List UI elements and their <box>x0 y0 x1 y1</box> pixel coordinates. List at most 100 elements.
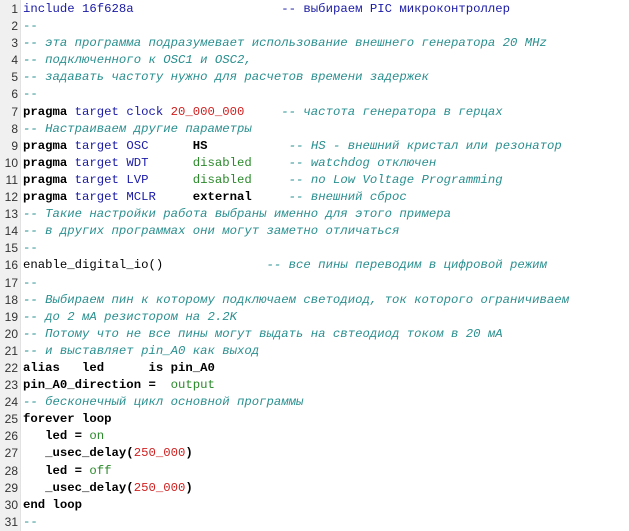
code-token: led = <box>23 429 90 444</box>
code-token: target OSC <box>67 138 149 153</box>
code-line[interactable]: -- и выставляет pin_A0 как выход <box>23 343 629 360</box>
code-line[interactable]: -- <box>23 240 629 257</box>
code-comment: -- <box>23 87 38 102</box>
code-comment: -- <box>23 19 38 34</box>
line-number: 17 <box>4 275 18 290</box>
code-comment: -- внешний сброс <box>251 190 407 205</box>
line-number: 27 <box>4 446 18 461</box>
code-token: pin_A0_direction = <box>23 378 171 393</box>
line-number: 14 <box>4 224 18 239</box>
line-number: 3 <box>11 36 18 51</box>
line-number: 28 <box>4 463 18 478</box>
code-token: ) <box>185 480 193 495</box>
code-line[interactable]: -- <box>23 514 629 531</box>
code-line[interactable]: _usec_delay(250_000) <box>23 480 629 497</box>
code-comment: -- выбираем PIC микроконтроллер <box>133 2 511 16</box>
code-token: 250_000 <box>133 480 186 495</box>
line-number: 31 <box>4 514 18 529</box>
code-line[interactable]: -- Такие настройки работа выбраны именно… <box>23 206 629 223</box>
code-line[interactable]: pragma target LVP disabled -- no Low Vol… <box>23 172 629 189</box>
line-number: 4 <box>11 53 18 68</box>
code-comment: -- подключенного к OSC1 и OSC2, <box>23 53 252 68</box>
code-comment: -- частота генератора в герцах <box>244 104 503 119</box>
code-comment: -- HS - внешний кристал или резонатор <box>207 138 562 153</box>
code-comment: -- watchdog отключен <box>251 155 437 170</box>
code-token: external <box>155 190 252 205</box>
code-line[interactable]: pragma target clock 20_000_000 -- частот… <box>23 104 629 121</box>
line-number: 12 <box>4 190 18 205</box>
code-line[interactable]: led = off <box>23 463 629 480</box>
code-line[interactable]: -- в других программах они могут заметно… <box>23 223 629 240</box>
code-token: pragma <box>23 155 68 170</box>
line-number: 10 <box>4 155 18 170</box>
code-token: output <box>170 378 215 393</box>
line-number: 1 <box>11 2 18 16</box>
code-line[interactable]: alias led is pin_A0 <box>23 360 629 377</box>
code-token: target MCLR <box>67 190 156 205</box>
code-comment: -- и выставляет pin_A0 как выход <box>23 343 260 358</box>
code-token: target LVP <box>67 172 149 187</box>
code-editor[interactable]: 1 2 3 4 5 6 7 8 9 10 11 12 13 14 15 16 17 18 19 20 21 22 23 24 2… <box>0 0 629 531</box>
code-token: pragma <box>23 138 68 153</box>
line-number: 2 <box>11 19 18 34</box>
line-number: 7 <box>11 104 18 119</box>
line-number: 16 <box>4 258 18 273</box>
code-line[interactable]: pin_A0_direction = output <box>23 377 629 394</box>
code-token: _usec_delay( <box>23 480 134 495</box>
code-token: include 16f628a <box>23 2 134 16</box>
code-line[interactable]: -- задавать частоту нужно для расчетов в… <box>23 69 629 86</box>
code-comment: -- Настраиваем другие параметры <box>23 121 252 136</box>
code-line[interactable]: include 16f628a -- выбираем PIC микрокон… <box>23 1 629 18</box>
code-line[interactable]: -- Настраиваем другие параметры <box>23 121 629 138</box>
line-number: 11 <box>5 172 18 187</box>
code-line[interactable]: -- эта программа подразумевает использов… <box>23 35 629 52</box>
line-number: 13 <box>4 207 18 222</box>
code-comment: -- <box>23 241 38 256</box>
code-token: on <box>89 429 105 444</box>
code-line[interactable]: end loop <box>23 497 629 514</box>
code-line[interactable]: -- <box>23 275 629 292</box>
line-number: 6 <box>11 87 18 102</box>
code-line[interactable]: forever loop <box>23 411 629 428</box>
code-token: 20_000_000 <box>170 104 245 119</box>
code-token: led = <box>23 463 90 478</box>
code-line[interactable]: _usec_delay(250_000) <box>23 445 629 462</box>
code-comment: -- все пины переводим в цифровой режим <box>163 258 547 273</box>
code-line[interactable]: -- Потому что не все пины могут выдать н… <box>23 326 629 343</box>
code-token: pragma <box>23 104 68 119</box>
code-token: 250_000 <box>133 446 186 461</box>
code-line[interactable]: -- <box>23 86 629 103</box>
code-token: forever loop <box>23 412 112 427</box>
code-token: target WDT <box>67 155 149 170</box>
code-line[interactable]: enable_digital_io() -- все пины переводи… <box>23 257 629 274</box>
code-token: _usec_delay( <box>23 446 134 461</box>
line-number: 22 <box>4 360 18 375</box>
code-token: off <box>89 463 112 478</box>
line-number: 29 <box>4 480 18 495</box>
line-number: 19 <box>4 309 18 324</box>
code-line[interactable]: led = on <box>23 428 629 445</box>
line-number: 24 <box>4 395 18 410</box>
code-token: pragma <box>23 172 68 187</box>
code-line[interactable]: -- бесконечный цикл основной программы <box>23 394 629 411</box>
code-line[interactable]: -- <box>23 18 629 35</box>
code-line[interactable]: -- Выбираем пин к которому подключаем св… <box>23 292 629 309</box>
code-line[interactable]: -- до 2 мА резистором на 2.2K <box>23 309 629 326</box>
code-area[interactable]: include 16f628a -- выбираем PIC микрокон… <box>21 0 629 531</box>
code-line[interactable]: -- подключенного к OSC1 и OSC2, <box>23 52 629 69</box>
code-line[interactable]: pragma target WDT disabled -- watchdog о… <box>23 155 629 172</box>
line-number: 8 <box>11 121 18 136</box>
code-token: target clock <box>67 104 171 119</box>
line-number-gutter: 1 2 3 4 5 6 7 8 9 10 11 12 13 14 15 16 17 18 19 20 21 22 23 24 2… <box>0 0 21 531</box>
code-line[interactable]: pragma target MCLR external -- внешний с… <box>23 189 629 206</box>
code-line[interactable]: pragma target OSC HS -- HS - внешний кри… <box>23 138 629 155</box>
code-comment: -- Выбираем пин к которому подключаем св… <box>23 292 570 307</box>
line-number: 5 <box>11 70 18 85</box>
code-token: alias led is pin_A0 <box>23 360 215 375</box>
line-number: 30 <box>4 497 18 512</box>
code-token: disabled <box>148 155 252 170</box>
code-token: end loop <box>23 497 83 512</box>
code-token: disabled <box>148 172 252 187</box>
code-comment: -- <box>23 275 38 290</box>
code-token: pragma <box>23 190 68 205</box>
